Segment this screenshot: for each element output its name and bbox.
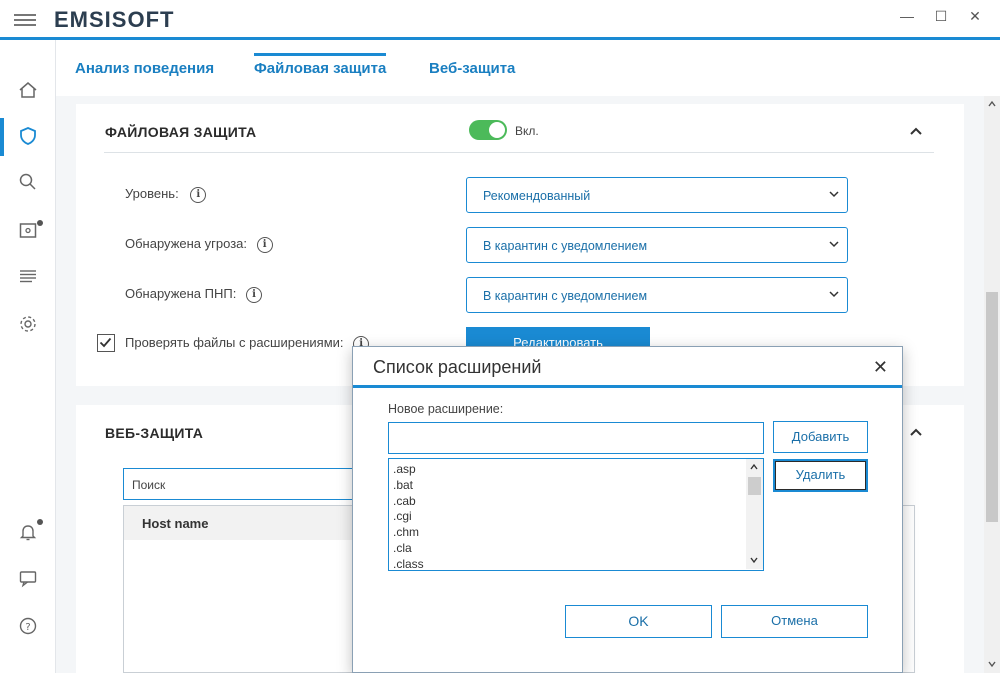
threat-label: Обнаружена угроза: (125, 236, 248, 251)
column-host-name[interactable]: Host name (142, 516, 208, 531)
sidebar: ? (0, 40, 56, 673)
menu-icon[interactable] (14, 14, 36, 26)
list-item[interactable]: .class (389, 557, 763, 570)
web-search-input[interactable]: Поиск (123, 468, 363, 500)
home-icon[interactable] (14, 76, 42, 104)
chevron-down-icon (829, 291, 839, 298)
notification-badge (37, 519, 43, 525)
add-button[interactable]: Добавить (773, 421, 868, 453)
settings-icon[interactable] (14, 310, 42, 338)
active-tab-indicator (254, 53, 386, 56)
new-extension-label: Новое расширение: (388, 402, 504, 416)
file-protection-title: ФАЙЛОВАЯ ЗАЩИТА (105, 124, 257, 140)
collapse-icon[interactable] (908, 124, 924, 138)
help-icon[interactable]: ? (14, 612, 42, 640)
collapse-icon[interactable] (908, 425, 924, 439)
scroll-thumb[interactable] (986, 292, 998, 522)
close-icon[interactable]: ✕ (873, 357, 888, 378)
close-button[interactable]: ✕ (960, 8, 990, 30)
chevron-down-icon (829, 241, 839, 248)
page-scrollbar[interactable] (984, 96, 1000, 673)
svg-text:?: ? (25, 622, 30, 633)
search-icon[interactable] (14, 168, 42, 196)
pup-label: Обнаружена ПНП: (125, 286, 237, 301)
extensions-list[interactable]: .asp .bat .cab .cgi .chm .cla .class (388, 458, 764, 571)
web-search-placeholder: Поиск (132, 478, 166, 492)
shield-icon[interactable] (14, 122, 42, 150)
threat-value: В карантин с уведомлением (483, 239, 648, 253)
file-protection-toggle[interactable] (469, 120, 507, 140)
list-item[interactable]: .bat (389, 478, 763, 494)
list-item[interactable]: .cgi (389, 509, 763, 525)
info-icon[interactable]: i (256, 236, 273, 253)
toggle-label: Вкл. (515, 124, 539, 138)
check-extensions-checkbox[interactable] (97, 334, 115, 352)
list-item[interactable]: .chm (389, 525, 763, 541)
ok-button[interactable]: OK (565, 605, 712, 638)
threat-select[interactable]: В карантин с уведомлением (466, 227, 848, 263)
level-value: Рекомендованный (483, 189, 591, 203)
info-icon[interactable]: i (245, 286, 262, 303)
minimize-button[interactable]: — (892, 8, 922, 30)
pup-value: В карантин с уведомлением (483, 289, 648, 303)
pup-row: Обнаружена ПНП: i (125, 286, 262, 303)
list-scroll-thumb[interactable] (748, 477, 761, 495)
level-label: Уровень: (125, 186, 179, 201)
app-logo: EMSISOFT (54, 7, 175, 32)
pup-select[interactable]: В карантин с уведомлением (466, 277, 848, 313)
check-extensions-label: Проверять файлы с расширениями: (125, 335, 344, 350)
list-item[interactable]: .cab (389, 494, 763, 510)
threat-row: Обнаружена угроза: i (125, 236, 273, 253)
tab-behavior[interactable]: Анализ поведения (75, 60, 214, 77)
checkmark-icon (99, 337, 112, 348)
scroll-down-icon[interactable] (749, 555, 759, 565)
info-icon[interactable]: i (190, 186, 207, 203)
dialog-title-underline (353, 385, 902, 388)
scroll-up-icon[interactable] (987, 99, 997, 109)
logs-icon[interactable] (14, 262, 42, 290)
quarantine-badge (37, 220, 43, 226)
scroll-down-icon[interactable] (987, 659, 997, 669)
scroll-up-icon[interactable] (749, 462, 759, 472)
new-extension-input[interactable] (388, 422, 764, 454)
tab-file-protection[interactable]: Файловая защита (254, 60, 386, 77)
chat-icon[interactable] (14, 564, 42, 592)
divider (104, 152, 934, 153)
check-extensions-row: Проверять файлы с расширениями: i (125, 335, 370, 352)
tab-bar: Анализ поведения Файловая защита Веб-защ… (56, 40, 1000, 96)
list-scrollbar[interactable] (746, 459, 763, 569)
title-bar: EMSISOFT — ☐ ✕ (0, 0, 1000, 40)
list-item[interactable]: .cla (389, 541, 763, 557)
cancel-button[interactable]: Отмена (721, 605, 868, 638)
chevron-down-icon (829, 191, 839, 198)
dialog-title: Список расширений (373, 357, 542, 377)
level-row: Уровень: i (125, 186, 207, 203)
tab-web-protection[interactable]: Веб-защита (429, 60, 515, 77)
level-select[interactable]: Рекомендованный (466, 177, 848, 213)
web-protection-title: ВЕБ-ЗАЩИТА (105, 425, 204, 441)
delete-button[interactable]: Удалить (773, 459, 868, 492)
sidebar-active-indicator (0, 118, 4, 156)
list-item[interactable]: .asp (389, 462, 763, 478)
extensions-dialog: Список расширений ✕ Новое расширение: До… (352, 346, 903, 673)
maximize-button[interactable]: ☐ (926, 8, 956, 30)
